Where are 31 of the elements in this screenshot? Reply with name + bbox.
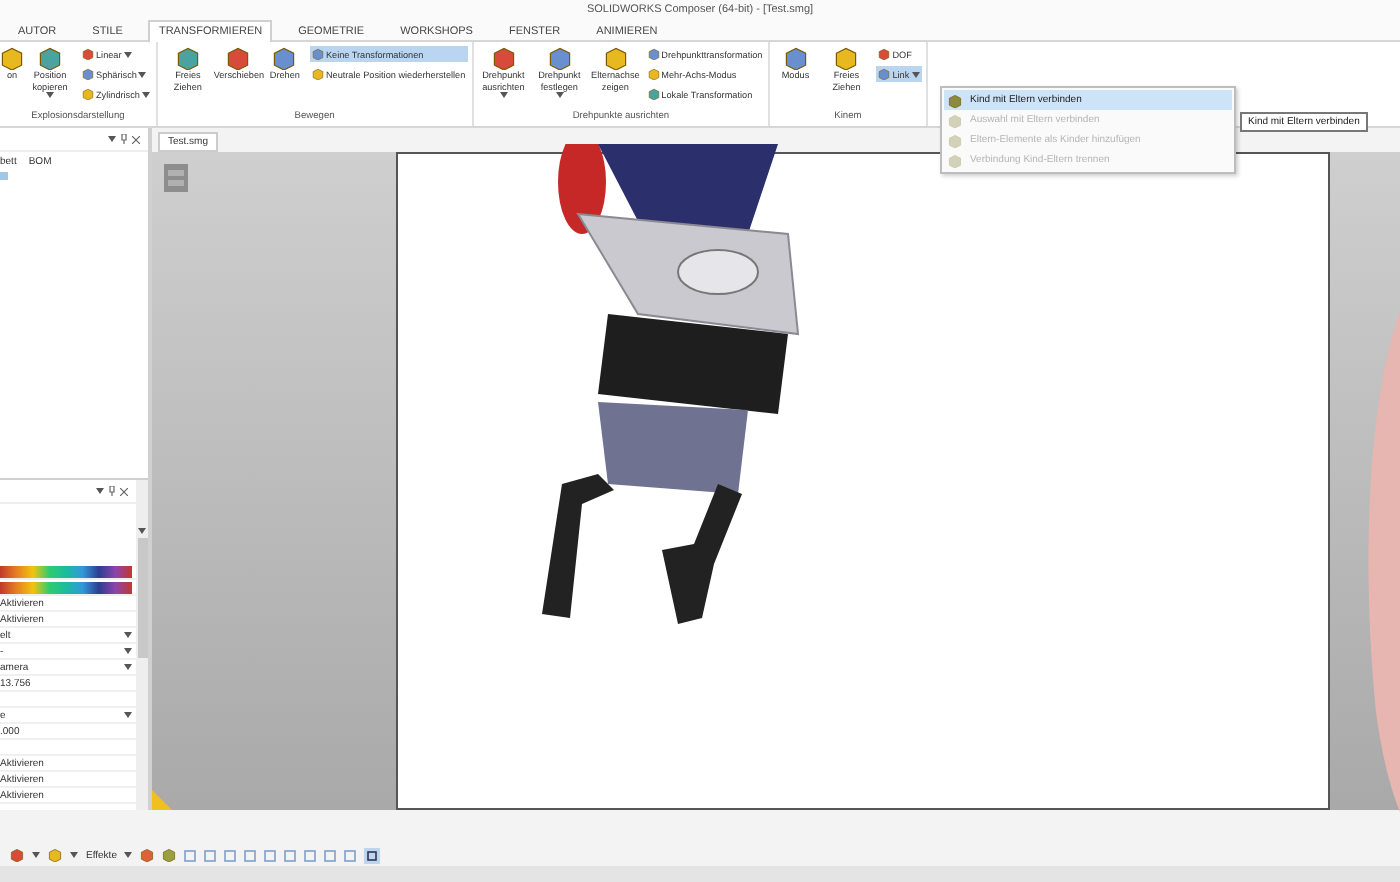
caret-icon xyxy=(108,136,116,142)
color-gradient[interactable] xyxy=(0,565,132,577)
corner-icon xyxy=(152,790,172,810)
cube-icon xyxy=(783,46,808,70)
pin-icon[interactable] xyxy=(120,134,128,144)
cube-icon xyxy=(226,46,251,70)
cube-icon xyxy=(48,848,62,862)
cube-icon xyxy=(603,46,628,70)
caret-icon xyxy=(124,852,133,858)
caret-icon xyxy=(124,712,132,718)
cube-icon xyxy=(491,46,516,70)
color-gradient[interactable] xyxy=(0,581,132,593)
close-icon[interactable] xyxy=(132,135,140,143)
cube-icon xyxy=(38,46,62,70)
caret-icon xyxy=(96,488,104,494)
caret-icon xyxy=(124,632,132,638)
caret-icon xyxy=(70,852,78,858)
view-cube-icon[interactable] xyxy=(164,164,188,192)
cube-icon xyxy=(834,46,859,70)
caret-icon xyxy=(138,528,146,534)
close-icon[interactable] xyxy=(120,487,128,495)
caret-icon xyxy=(32,852,40,858)
cube-icon xyxy=(175,46,200,70)
cube-icon xyxy=(547,46,572,70)
caret-icon xyxy=(124,648,132,654)
pin-icon[interactable] xyxy=(108,486,116,496)
cube-icon xyxy=(10,848,24,862)
caret-icon xyxy=(124,664,132,670)
cube-icon xyxy=(272,46,297,70)
cube-icon xyxy=(0,46,24,70)
scrollbar-thumb[interactable] xyxy=(137,538,147,658)
